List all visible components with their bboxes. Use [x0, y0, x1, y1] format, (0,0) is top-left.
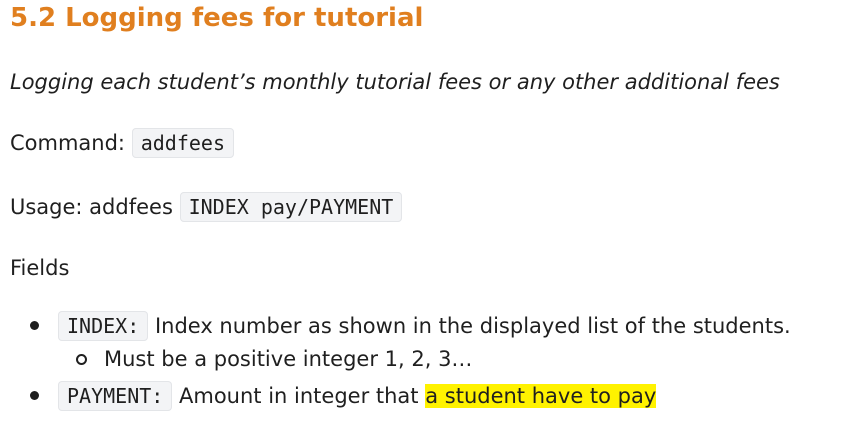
command-line: Command: addfees	[10, 128, 234, 158]
fields-heading: Fields	[10, 256, 70, 280]
bullet-icon	[30, 321, 39, 330]
field-description-index: Index number as shown in the displayed l…	[154, 314, 791, 338]
field-description-payment: Amount in integer that	[179, 384, 426, 408]
section-title: 5.2 Logging fees for tutorial	[10, 3, 424, 33]
field-name-index: INDEX:	[58, 311, 149, 341]
list-item-index: INDEX: Index number as shown in the disp…	[58, 311, 791, 341]
command-label: Command:	[10, 131, 126, 155]
usage-label: Usage: addfees	[10, 195, 173, 219]
command-code: addfees	[131, 128, 234, 158]
list-item-payment: PAYMENT: Amount in integer that a studen…	[58, 381, 657, 411]
circle-bullet-icon	[76, 354, 87, 365]
usage-code: INDEX pay/PAYMENT	[179, 192, 403, 222]
field-name-payment: PAYMENT:	[58, 381, 173, 411]
section-description: Logging each student’s monthly tutorial …	[10, 70, 780, 94]
highlighted-text: a student have to pay	[425, 384, 657, 408]
bullet-icon	[30, 391, 39, 400]
usage-line: Usage: addfees INDEX pay/PAYMENT	[10, 192, 403, 222]
sub-list-item: Must be a positive integer 1, 2, 3…	[104, 347, 473, 371]
